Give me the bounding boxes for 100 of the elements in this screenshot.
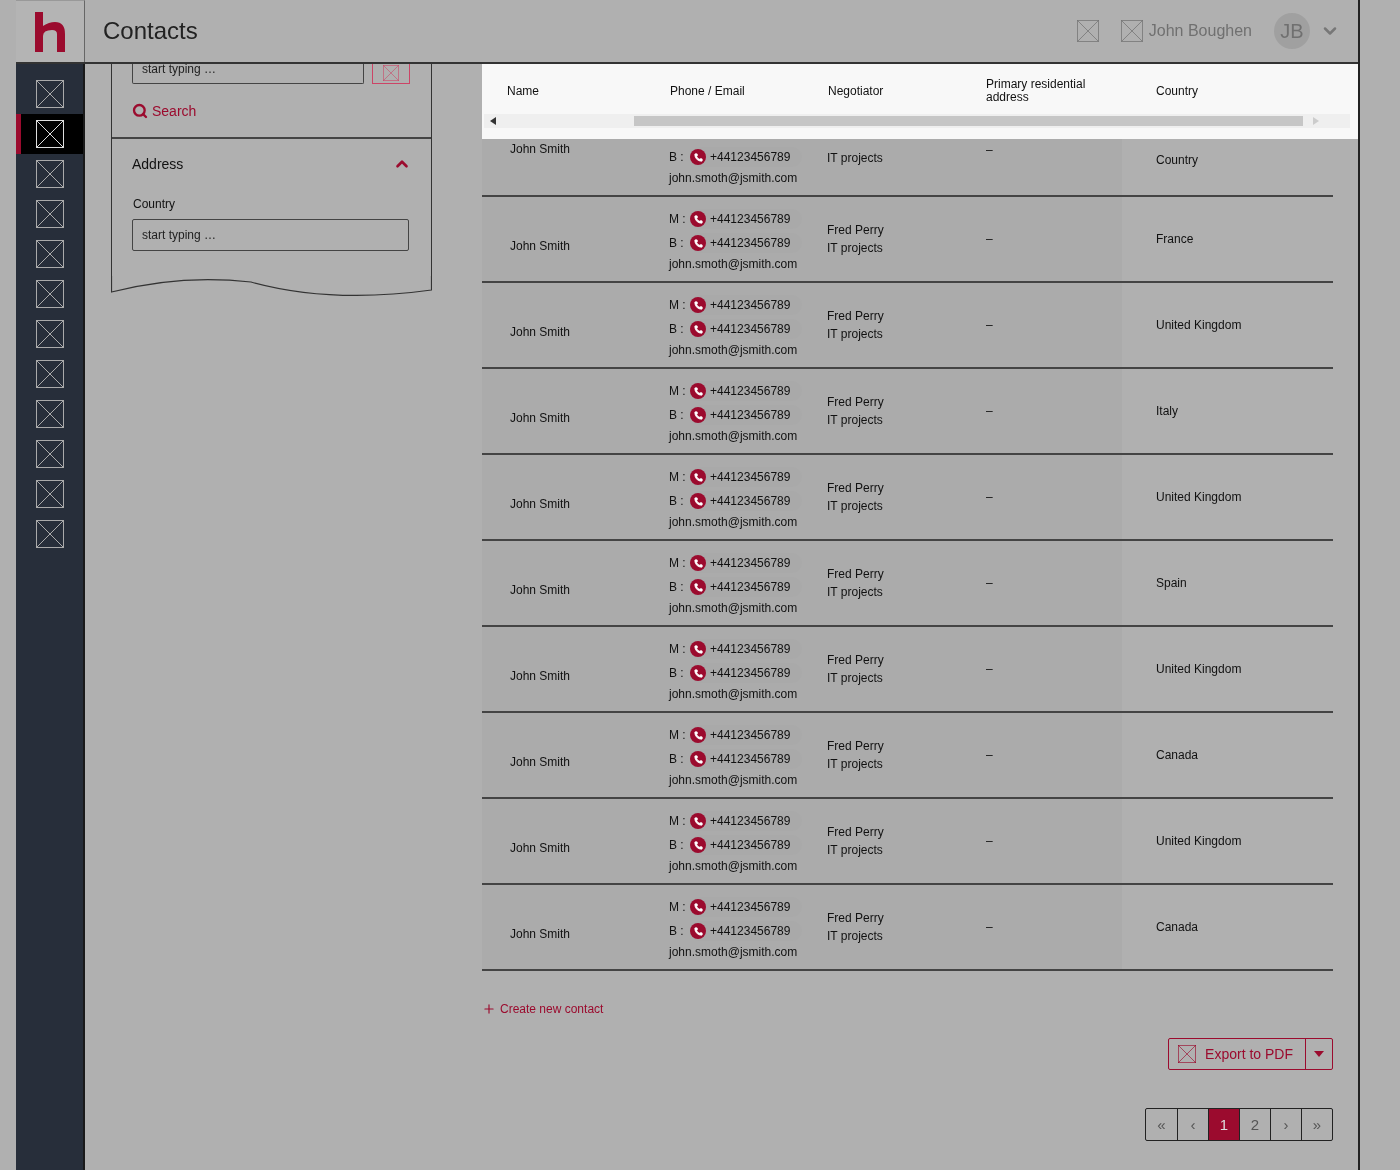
phone-type-label: M : <box>669 470 687 484</box>
table-cell-text: – <box>985 142 994 157</box>
phone-type-label: B : <box>669 494 685 508</box>
table-cell-text: John Smith <box>509 324 572 339</box>
create-contact-link[interactable]: Create new contact <box>482 1002 604 1016</box>
image-placeholder-icon <box>1076 20 1099 42</box>
plus-icon <box>482 1002 496 1016</box>
table-cell-text: – <box>985 404 994 418</box>
table-cell-text: John Smith <box>509 496 572 511</box>
phone-type-label: B : <box>669 236 685 250</box>
phone-icon <box>690 149 706 165</box>
phone-icon <box>690 321 706 337</box>
table-cell-text: – <box>985 232 994 246</box>
phone-icon <box>690 727 706 743</box>
horizontal-scrollbar[interactable] <box>484 114 1350 128</box>
page-title: Contacts <box>103 17 199 45</box>
table-cell-text: John Smith <box>509 668 572 683</box>
table-cell-text: Canada <box>1155 920 1200 934</box>
phone-icon <box>690 297 706 313</box>
table-cell-text: United Kingdom <box>1155 834 1243 848</box>
table-cell-text: Spain <box>1155 576 1188 590</box>
negotiator-name: Fred Perry <box>827 824 885 841</box>
phone-icon <box>690 383 706 399</box>
image-placeholder-icon <box>35 280 64 308</box>
email-text: john.smoth@jsmith.com <box>669 772 799 789</box>
left-arrow-icon[interactable] <box>490 117 496 125</box>
negotiator-team: IT projects <box>827 756 884 773</box>
table-cell-text: – <box>985 490 994 504</box>
page-button[interactable]: › <box>1270 1109 1301 1140</box>
image-placeholder-icon <box>383 65 399 81</box>
negotiator-team: IT projects <box>827 240 884 257</box>
image-placeholder-icon <box>35 440 64 468</box>
image-placeholder-icon <box>35 320 64 348</box>
phone-icon <box>690 235 706 251</box>
image-placeholder-icon <box>35 80 64 108</box>
phone-type-label: B : <box>669 666 685 680</box>
negotiator-team: IT projects <box>827 670 884 687</box>
negotiator-team: IT projects <box>827 584 884 601</box>
negotiator-name: Fred Perry <box>827 308 885 325</box>
email-text: john.smoth@jsmith.com <box>669 342 799 359</box>
phone-icon <box>690 579 706 595</box>
email-text: john.smoth@jsmith.com <box>669 600 799 617</box>
negotiator-team: IT projects <box>827 412 884 429</box>
phone-icon <box>690 469 706 485</box>
negotiator-team: IT projects <box>827 842 884 859</box>
table-cell-text: Country <box>1155 152 1200 167</box>
phone-type-label: M : <box>669 728 687 742</box>
logo <box>35 11 65 52</box>
image-placeholder-icon <box>35 520 64 548</box>
email-text: john.smoth@jsmith.com <box>669 514 799 531</box>
phone-type-label: M : <box>669 384 687 398</box>
phone-icon <box>690 751 706 767</box>
country-field[interactable]: start typing … <box>132 219 409 251</box>
column-header[interactable]: Primary residential address <box>985 78 1105 104</box>
phone-icon <box>690 407 706 423</box>
table-cell-text: John Smith <box>509 141 572 156</box>
negotiator-name: Fred Perry <box>827 480 885 497</box>
column-header[interactable]: Name <box>482 84 602 98</box>
table-cell-text: – <box>985 748 994 762</box>
page-button[interactable]: « <box>1146 1109 1177 1140</box>
email-text: john.smoth@jsmith.com <box>669 170 799 187</box>
phone-icon <box>690 211 706 227</box>
phone-type-label: B : <box>669 408 685 422</box>
text-field[interactable]: start typing … <box>132 64 364 84</box>
negotiator-name: Fred Perry <box>827 910 885 927</box>
phone-type-label: B : <box>669 838 685 852</box>
page-button[interactable]: 2 <box>1239 1109 1270 1140</box>
column-header[interactable]: Phone / Email <box>669 84 789 98</box>
table-cell-text: Canada <box>1155 748 1200 762</box>
column-header[interactable]: Negotiator <box>827 84 947 98</box>
table-cell-text: Italy <box>1155 404 1179 418</box>
negotiator-name: Fred Perry <box>827 652 885 669</box>
email-text: john.smoth@jsmith.com <box>669 858 799 875</box>
email-text: john.smoth@jsmith.com <box>669 944 799 961</box>
table-cell-text: – <box>985 662 994 676</box>
sidebar-item[interactable] <box>16 114 83 154</box>
negotiator-team: IT projects <box>827 928 884 945</box>
field-label: Country <box>133 197 177 211</box>
phone-icon <box>690 665 706 681</box>
phone-type-label: M : <box>669 814 687 828</box>
image-placeholder-icon <box>1178 1045 1197 1063</box>
negotiator-name: Fred Perry <box>827 222 885 239</box>
phone-type-label: M : <box>669 212 687 226</box>
phone-icon <box>690 641 706 657</box>
table-cell-text: John Smith <box>509 840 572 855</box>
image-placeholder-icon <box>1120 20 1143 42</box>
image-placeholder-icon <box>35 120 64 148</box>
phone-type-label: M : <box>669 298 687 312</box>
email-text: john.smoth@jsmith.com <box>669 428 799 445</box>
phone-type-label: B : <box>669 924 685 938</box>
page-button[interactable]: 1 <box>1208 1109 1239 1140</box>
phone-type-label: B : <box>669 150 685 164</box>
image-placeholder-icon <box>35 160 64 188</box>
page-button[interactable]: » <box>1301 1109 1332 1140</box>
search-link[interactable]: Search <box>132 103 197 119</box>
table-cell-text: United Kingdom <box>1155 490 1243 504</box>
image-placeholder-icon <box>35 480 64 508</box>
table-cell-text: – <box>985 920 994 934</box>
image-placeholder-icon <box>35 400 64 428</box>
column-header[interactable]: Country <box>1155 84 1275 98</box>
